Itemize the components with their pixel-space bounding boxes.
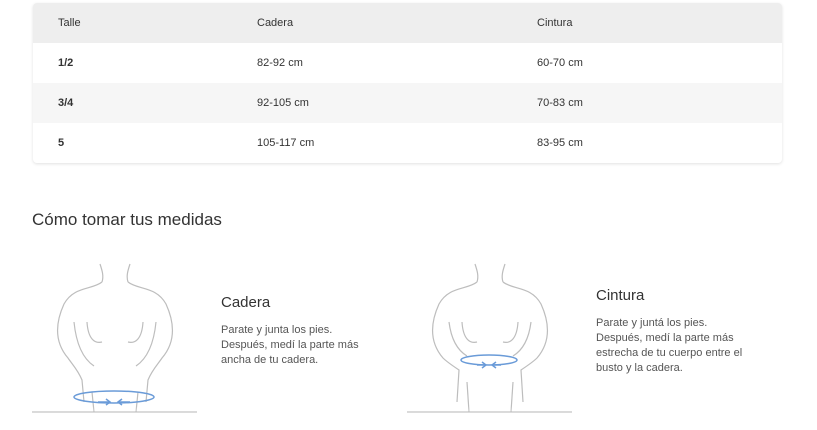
table-header-row: Talle Cadera Cintura [33,3,782,43]
size-table: Talle Cadera Cintura 1/2 82-92 cm 60-70 … [33,3,782,163]
table-row: 3/4 92-105 cm 70-83 cm [33,83,782,123]
hip-cell: 92-105 cm [257,97,309,109]
hip-guide: Cadera Parate y junta los pies. Después,… [32,262,392,422]
hip-guide-title: Cadera [221,294,271,311]
waist-cell: 83-95 cm [537,137,583,149]
column-header-cadera: Cadera [257,17,294,29]
size-cell: 1/2 [58,57,74,69]
waist-cell: 60-70 cm [537,57,583,69]
waist-measure-figure-icon [407,263,572,413]
hip-measure-figure-icon [32,263,197,413]
size-cell: 3/4 [58,97,74,109]
section-title: Cómo tomar tus medidas [32,210,222,229]
hip-cell: 82-92 cm [257,57,303,69]
column-header-talle: Talle [58,17,81,29]
hip-cell: 105-117 cm [257,137,315,149]
waist-cell: 70-83 cm [537,97,583,109]
table-row: 1/2 82-92 cm 60-70 cm [33,43,782,83]
bottom-fade [0,406,817,430]
column-header-cintura: Cintura [537,17,573,29]
size-cell: 5 [58,137,65,149]
waist-guide-text: Parate y juntá los pies. Después, medí l… [596,317,743,374]
hip-guide-text: Parate y junta los pies. Después, medí l… [221,324,359,366]
waist-guide-title: Cintura [596,287,645,304]
table-row: 5 105-117 cm 83-95 cm [33,123,782,163]
waist-guide: Cintura Parate y juntá los pies. Después… [407,262,767,422]
